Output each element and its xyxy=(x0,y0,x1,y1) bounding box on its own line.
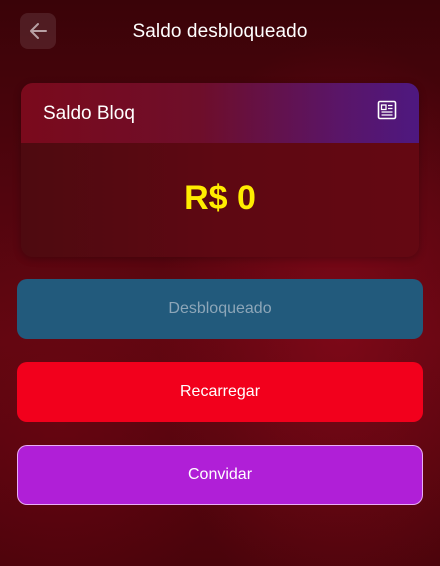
page-title: Saldo desbloqueado xyxy=(132,21,308,42)
balance-amount: R$ 0 xyxy=(184,179,256,217)
balance-card-title: Saldo Bloq xyxy=(43,103,135,124)
invite-button[interactable]: Convidar xyxy=(17,445,423,505)
recharge-button[interactable]: Recarregar xyxy=(17,362,423,422)
balance-card-header: Saldo Bloq xyxy=(21,83,419,143)
balance-card-body: R$ 0 xyxy=(21,143,419,257)
balance-card: Saldo Bloq R$ 0 xyxy=(21,83,419,257)
unlock-button[interactable]: Desbloqueado xyxy=(17,279,423,339)
header: Saldo desbloqueado xyxy=(0,0,440,64)
document-icon[interactable] xyxy=(377,100,397,120)
